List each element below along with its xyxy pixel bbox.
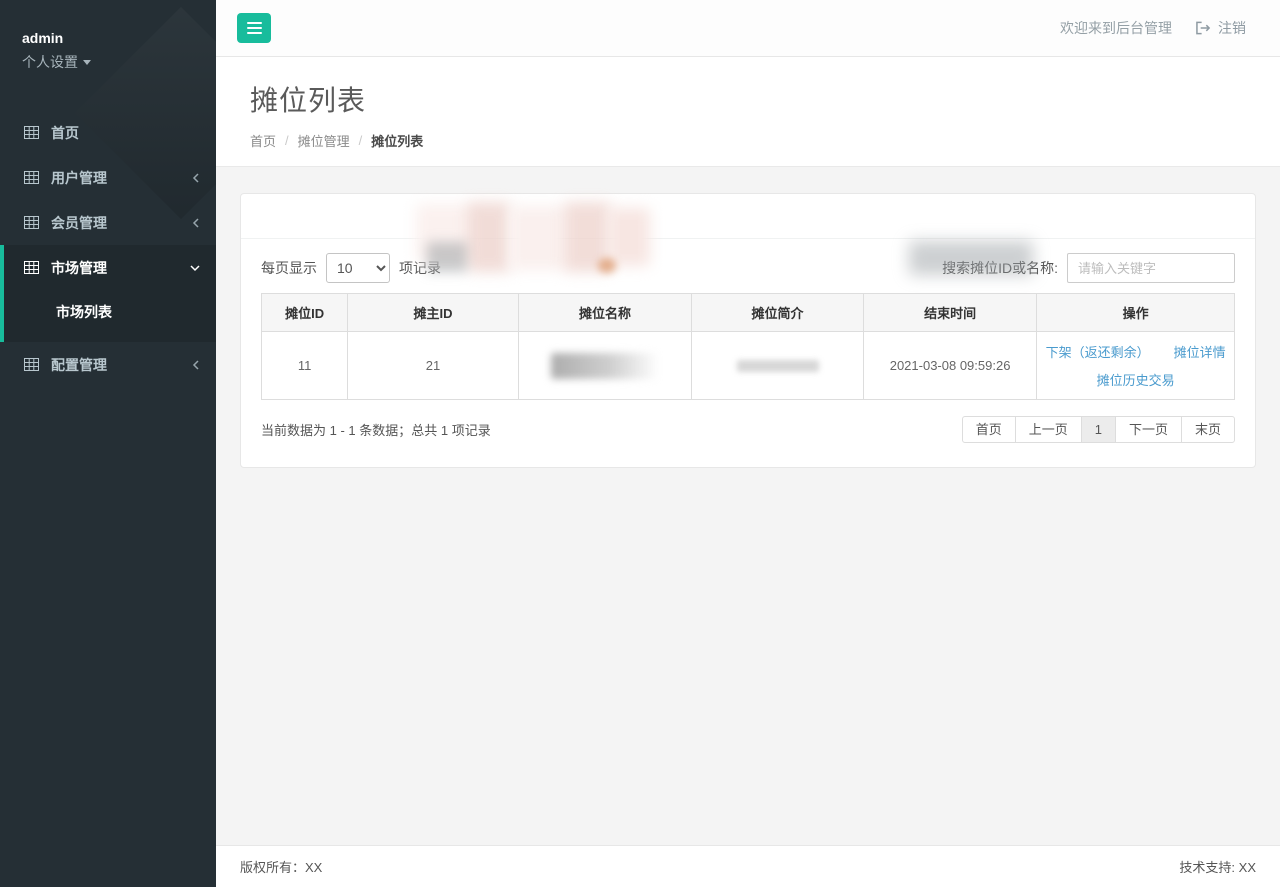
pagination-prev[interactable]: 上一页: [1015, 416, 1082, 443]
welcome-text: 欢迎来到后台管理: [1060, 18, 1172, 38]
page-title: 摊位列表: [250, 79, 1246, 119]
sidebar-item-label: 会员管理: [51, 213, 107, 233]
stall-list-panel: 每页显示 10 项记录 搜索摊位ID或名称:: [240, 193, 1256, 468]
header-stall-id: 摊位ID: [262, 294, 348, 332]
sidebar-subitem-market-list: 市场列表: [4, 290, 216, 334]
grid-icon: [24, 261, 39, 274]
action-stall-history-link[interactable]: 摊位历史交易: [1097, 373, 1175, 388]
caret-down-icon: [83, 60, 91, 65]
chevron-down-icon: [190, 264, 200, 272]
grid-icon: [24, 216, 39, 229]
sidebar-item-label: 用户管理: [51, 168, 107, 188]
sidebar-link-home[interactable]: 首页: [0, 110, 216, 155]
header-stall-name: 摊位名称: [518, 294, 692, 332]
search-input[interactable]: [1067, 253, 1235, 283]
sidebar-item-market: 市场管理 市场列表: [0, 245, 216, 342]
sidebar-link-members[interactable]: 会员管理: [0, 200, 216, 245]
grid-icon: [24, 358, 39, 371]
action-take-down-link[interactable]: 下架（返还剩余）: [1046, 342, 1150, 361]
navbar-right: 欢迎来到后台管理 注销: [1060, 18, 1246, 38]
user-settings-label: 个人设置: [22, 52, 78, 72]
sign-out-icon: [1196, 21, 1211, 35]
user-panel: admin 个人设置: [0, 0, 216, 82]
sidebar-sublink-market-list[interactable]: 市场列表: [4, 290, 216, 334]
panel-heading: [241, 194, 1255, 239]
sidebar-link-market[interactable]: 市场管理: [4, 245, 216, 290]
cell-stall-id: 11: [262, 332, 348, 400]
cell-owner-id: 21: [348, 332, 519, 400]
redacted-stall-name: [551, 353, 659, 379]
sidebar-item-label: 首页: [51, 123, 79, 143]
grid-icon: [24, 171, 39, 184]
main-area: 欢迎来到后台管理 注销 摊位列表 首页 / 摊位管理 / 摊位列表: [216, 0, 1280, 887]
breadcrumb-home[interactable]: 首页: [250, 131, 276, 150]
logout-link[interactable]: 注销: [1196, 18, 1246, 38]
panel-body: 每页显示 10 项记录 搜索摊位ID或名称:: [241, 239, 1255, 463]
page-header: 摊位列表 首页 / 摊位管理 / 摊位列表: [216, 57, 1280, 167]
username: admin: [22, 30, 194, 46]
sidebar-link-config[interactable]: 配置管理: [0, 342, 216, 387]
cell-stall-desc: [692, 332, 864, 400]
breadcrumb-separator: /: [359, 133, 363, 148]
sidebar: admin 个人设置 首页 用户管理: [0, 0, 216, 887]
per-page-prefix-label: 每页显示: [261, 258, 317, 278]
table-row: 11 21 2021-03-08 09:59:26: [262, 332, 1235, 400]
cell-end-time: 2021-03-08 09:59:26: [863, 332, 1037, 400]
content-area: 每页显示 10 项记录 搜索摊位ID或名称:: [216, 167, 1280, 845]
search-control: 搜索摊位ID或名称:: [942, 253, 1235, 283]
breadcrumb-stall-mgmt[interactable]: 摊位管理: [298, 131, 350, 150]
sidebar-submenu-market: 市场列表: [4, 290, 216, 342]
pagination-next[interactable]: 下一页: [1115, 416, 1182, 443]
sidebar-item-members: 会员管理: [0, 200, 216, 245]
pagination-first[interactable]: 首页: [962, 416, 1016, 443]
breadcrumb-current: 摊位列表: [371, 131, 423, 150]
sidebar-item-config: 配置管理: [0, 342, 216, 387]
pagination-page-1[interactable]: 1: [1081, 416, 1116, 443]
per-page-control: 每页显示 10 项记录: [261, 253, 441, 283]
stall-table: 摊位ID 摊主ID 摊位名称 摊位简介 结束时间 操作 11 2: [261, 293, 1235, 400]
sidebar-link-users[interactable]: 用户管理: [0, 155, 216, 200]
redacted-stall-desc: [737, 360, 819, 372]
table-footer: 当前数据为 1 - 1 条数据；总共 1 项记录 首页 上一页 1 下一页 末页: [261, 416, 1235, 443]
search-label: 搜索摊位ID或名称:: [942, 258, 1058, 278]
header-owner-id: 摊主ID: [348, 294, 519, 332]
sidebar-item-home: 首页: [0, 110, 216, 155]
header-end-time: 结束时间: [863, 294, 1037, 332]
per-page-suffix-label: 项记录: [399, 258, 441, 278]
copyright-text: 版权所有：XX: [240, 857, 322, 876]
page-footer: 版权所有：XX 技术支持: XX: [216, 845, 1280, 887]
table-header-row: 摊位ID 摊主ID 摊位名称 摊位简介 结束时间 操作: [262, 294, 1235, 332]
breadcrumb-separator: /: [285, 133, 289, 148]
record-summary: 当前数据为 1 - 1 条数据；总共 1 项记录: [261, 420, 491, 439]
sidebar-toggle-button[interactable]: [237, 13, 271, 43]
per-page-select[interactable]: 10: [326, 253, 390, 283]
sidebar-item-label: 市场管理: [51, 258, 107, 278]
tech-support-text: 技术支持: XX: [1179, 857, 1256, 876]
breadcrumb: 首页 / 摊位管理 / 摊位列表: [250, 131, 1246, 150]
table-toolbar: 每页显示 10 项记录 搜索摊位ID或名称:: [261, 253, 1235, 283]
action-stall-detail-link[interactable]: 摊位详情: [1174, 342, 1226, 361]
user-settings-dropdown[interactable]: 个人设置: [22, 52, 91, 72]
sidebar-nav: 首页 用户管理 会员管: [0, 110, 216, 387]
chevron-left-icon: [192, 218, 200, 228]
pagination-last[interactable]: 末页: [1181, 416, 1235, 443]
top-navbar: 欢迎来到后台管理 注销: [216, 0, 1280, 57]
header-actions: 操作: [1037, 294, 1235, 332]
pagination: 首页 上一页 1 下一页 末页: [962, 416, 1235, 443]
sidebar-item-users: 用户管理: [0, 155, 216, 200]
logout-label: 注销: [1218, 18, 1246, 38]
app-window: admin 个人设置 首页 用户管理: [0, 0, 1280, 887]
hamburger-icon: [247, 22, 262, 24]
cell-stall-name: [518, 332, 692, 400]
header-stall-desc: 摊位简介: [692, 294, 864, 332]
cell-actions: 下架（返还剩余） 摊位详情 摊位历史交易: [1037, 332, 1235, 400]
chevron-left-icon: [192, 360, 200, 370]
sidebar-item-label: 配置管理: [51, 355, 107, 375]
chevron-left-icon: [192, 173, 200, 183]
grid-icon: [24, 126, 39, 139]
